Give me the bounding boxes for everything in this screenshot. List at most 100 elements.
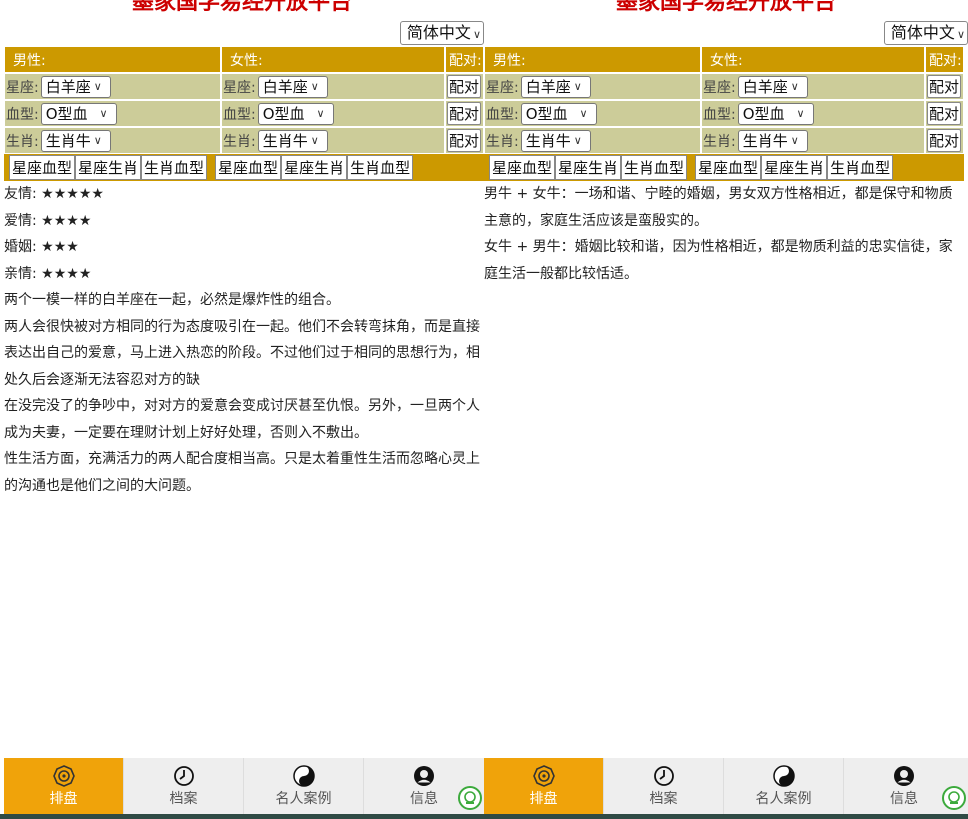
male-animal-select[interactable]: 生肖牛 ∨	[520, 129, 591, 152]
tab-zodiac-animal[interactable]: 星座生肖	[281, 155, 348, 180]
pair-animal-button[interactable]: 配对	[447, 129, 481, 152]
female-animal-select[interactable]: 生肖牛 ∨	[737, 129, 808, 152]
tab-zodiac-animal[interactable]: 星座生肖	[761, 155, 828, 180]
language-select[interactable]: 简体中文 ∨	[883, 21, 968, 45]
tab-animal-blood[interactable]: 生肖血型	[827, 155, 894, 180]
chevron-down-icon: ∨	[573, 80, 582, 93]
assistant-badge-icon[interactable]	[458, 786, 482, 810]
female-blood-select[interactable]: O型血 ∨	[737, 102, 814, 125]
result-content: 友情: ★★★★★ 爱情: ★★★★ 婚姻: ★★★ 亲情: ★★★★ 两个一模…	[4, 181, 480, 499]
language-value: 简体中文	[406, 23, 471, 42]
pairing-form: 男性: 女性: 配对: 星座: 白羊座 ∨ 星座: 白羊座 ∨ 配对 血型: O型血…	[484, 46, 964, 181]
clock-icon	[172, 764, 196, 788]
zodiac-row: 星座: 白羊座 ∨ 星座: 白羊座 ∨ 配对	[4, 73, 484, 100]
chevron-down-icon: ∨	[310, 80, 319, 93]
male-animal-select[interactable]: 生肖牛 ∨	[40, 129, 111, 152]
right-panel: 墨家国学易经开放平台 简体中文 ∨ 男性: 女性: 配对: 星座: 白羊座 ∨ 星座…	[484, 0, 968, 819]
animal-label: 生肖:	[486, 133, 519, 150]
zodiac-label: 星座:	[6, 79, 39, 96]
chevron-down-icon: ∨	[573, 134, 582, 147]
female-animal-select[interactable]: 生肖牛 ∨	[257, 129, 328, 152]
nav-label: 名人案例	[275, 791, 332, 807]
pair-header: 配对:	[445, 46, 484, 73]
nav-item-archive[interactable]: 档案	[604, 758, 724, 814]
chevron-down-icon: ∨	[316, 107, 325, 120]
blood-label: 血型:	[486, 106, 519, 123]
male-blood-select[interactable]: O型血 ∨	[40, 102, 117, 125]
nav-item-archive[interactable]: 档案	[124, 758, 244, 814]
chevron-down-icon: ∨	[99, 107, 108, 120]
bagua-icon	[52, 764, 76, 788]
language-select[interactable]: 简体中文 ∨	[399, 21, 484, 45]
female-zodiac-select[interactable]: 白羊座 ∨	[737, 75, 808, 98]
tab-zodiac-animal[interactable]: 星座生肖	[75, 155, 142, 180]
nav-item-paipan[interactable]: 排盘	[4, 758, 124, 814]
nav-label: 信息	[890, 791, 918, 807]
form-header-row: 男性: 女性: 配对:	[4, 46, 484, 73]
animal-label: 生肖:	[703, 133, 736, 150]
animal-row: 生肖: 生肖牛 ∨ 生肖: 生肖牛 ∨ 配对	[4, 127, 484, 154]
male-zodiac-select[interactable]: 白羊座 ∨	[40, 75, 111, 98]
zodiac-label: 星座:	[486, 79, 519, 96]
result-paragraph: 两人会很快被对方相同的行为态度吸引在一起。他们不会转弯抹角，而是直接表达出自己的…	[4, 318, 480, 388]
zodiac-label: 星座:	[223, 79, 256, 96]
result-paragraph: 男牛 + 女牛：一场和谐、宁睦的婚姻，男女双方性格相近，都是保守和物质主意的，家…	[484, 186, 953, 229]
pair-zodiac-button[interactable]: 配对	[927, 75, 961, 98]
nav-label: 档案	[649, 791, 678, 807]
pair-blood-button[interactable]: 配对	[447, 102, 481, 125]
nav-label: 排盘	[49, 791, 78, 807]
chevron-down-icon: ∨	[472, 28, 481, 41]
male-zodiac-select[interactable]: 白羊座 ∨	[520, 75, 591, 98]
pair-blood-button[interactable]: 配对	[927, 102, 961, 125]
blood-label: 血型:	[6, 106, 39, 123]
left-panel: 墨家国学易经开放平台 简体中文 ∨ 男性: 女性: 配对: 星座: 白羊座 ∨ 星座…	[0, 0, 484, 819]
result-paragraph: 两个一模一样的白羊座在一起，必然是爆炸性的组合。	[4, 292, 340, 308]
tab-animal-blood[interactable]: 生肖血型	[621, 155, 688, 180]
language-value: 简体中文	[890, 23, 955, 42]
chevron-down-icon: ∨	[790, 80, 799, 93]
animal-label: 生肖:	[6, 133, 39, 150]
female-zodiac-select[interactable]: 白羊座 ∨	[257, 75, 328, 98]
zodiac-row: 星座: 白羊座 ∨ 星座: 白羊座 ∨ 配对	[484, 73, 964, 100]
male-blood-select[interactable]: O型血 ∨	[520, 102, 597, 125]
bottom-nav: 排盘 档案 名人案例 信息	[4, 758, 484, 814]
nav-label: 信息	[410, 791, 438, 807]
female-header: 女性:	[701, 46, 925, 73]
nav-item-paipan[interactable]: 排盘	[484, 758, 604, 814]
tab-zodiac-blood[interactable]: 星座血型	[215, 155, 282, 180]
female-blood-select[interactable]: O型血 ∨	[257, 102, 334, 125]
tab-zodiac-blood[interactable]: 星座血型	[9, 155, 76, 180]
male-header: 男性:	[484, 46, 701, 73]
clock-icon	[652, 764, 676, 788]
assistant-badge-icon[interactable]	[942, 786, 966, 810]
rating-love: 爱情: ★★★★	[4, 212, 92, 229]
result-content: 男牛 + 女牛：一场和谐、宁睦的婚姻，男女双方性格相近，都是保守和物质主意的，家…	[484, 181, 958, 287]
rating-family: 亲情: ★★★★	[4, 265, 92, 282]
tab-animal-blood[interactable]: 生肖血型	[347, 155, 414, 180]
pairing-form: 男性: 女性: 配对: 星座: 白羊座 ∨ 星座: 白羊座 ∨ 配对 血型: O型血…	[4, 46, 484, 181]
animal-label: 生肖:	[223, 133, 256, 150]
user-icon	[892, 764, 916, 788]
site-title: 墨家国学易经开放平台	[615, 0, 836, 15]
mode-tabs: 星座血型 星座生肖 生肖血型 星座血型 星座生肖 生肖血型	[4, 154, 484, 181]
blood-label: 血型:	[703, 106, 736, 123]
blood-label: 血型:	[223, 106, 256, 123]
rating-friendship: 友情: ★★★★★	[4, 186, 104, 202]
tab-zodiac-blood[interactable]: 星座血型	[489, 155, 556, 180]
chevron-down-icon: ∨	[93, 134, 102, 147]
user-icon	[412, 764, 436, 788]
blood-row: 血型: O型血 ∨ 血型: O型血 ∨ 配对	[484, 100, 964, 127]
tab-zodiac-blood[interactable]: 星座血型	[695, 155, 762, 180]
pair-zodiac-button[interactable]: 配对	[447, 75, 481, 98]
tab-animal-blood[interactable]: 生肖血型	[141, 155, 208, 180]
animal-row: 生肖: 生肖牛 ∨ 生肖: 生肖牛 ∨ 配对	[484, 127, 964, 154]
nav-item-celebrity[interactable]: 名人案例	[724, 758, 844, 814]
bottom-nav: 排盘 档案 名人案例 信息	[484, 758, 968, 814]
nav-item-celebrity[interactable]: 名人案例	[244, 758, 364, 814]
pair-animal-button[interactable]: 配对	[927, 129, 961, 152]
result-paragraph: 性生活方面，充满活力的两人配合度相当高。只是太着重性生活而忽略心灵上的沟通也是他…	[4, 451, 480, 494]
pair-header: 配对:	[925, 46, 964, 73]
nav-label: 排盘	[529, 791, 558, 807]
chevron-down-icon: ∨	[93, 80, 102, 93]
tab-zodiac-animal[interactable]: 星座生肖	[555, 155, 622, 180]
